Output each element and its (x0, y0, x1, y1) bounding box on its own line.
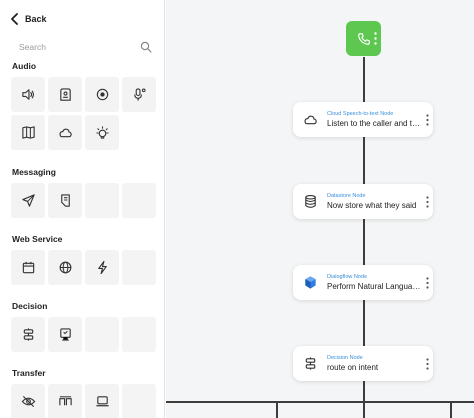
tile-record[interactable] (85, 77, 119, 112)
node-title: Now store what they said (327, 201, 417, 210)
monitor-icon (59, 328, 71, 341)
more-vertical-icon[interactable] (425, 357, 429, 370)
messaging-grid (11, 183, 156, 218)
book-map-icon (21, 126, 35, 139)
audio-grid (11, 77, 156, 150)
tile-empty (85, 183, 119, 218)
tile-eye-off[interactable] (11, 384, 45, 418)
flow-node-speech-to-text[interactable]: Cloud Speech-to-text Node Listen to the … (293, 102, 433, 137)
tile-volume[interactable] (11, 77, 45, 112)
tile-microphone[interactable] (122, 77, 156, 112)
node-type-label: Dialogflow Node (327, 274, 368, 280)
back-label: Back (25, 14, 47, 24)
tile-globe[interactable] (48, 250, 82, 285)
send-icon (21, 194, 35, 207)
node-type-label: Decision Node (327, 355, 363, 361)
flow-node-decision[interactable]: Decision Node route on intent (293, 346, 433, 381)
light-bulb-icon (95, 126, 109, 139)
tile-monitor[interactable] (48, 317, 82, 352)
calendar-icon (22, 261, 34, 274)
globe-icon (59, 261, 71, 274)
tile-empty (122, 384, 156, 418)
eye-off-icon (21, 395, 35, 408)
tile-empty (122, 317, 156, 352)
start-node[interactable] (346, 21, 381, 56)
section-title-messaging: Messaging (12, 167, 56, 177)
tile-empty (85, 317, 119, 352)
flow-branch-line (166, 401, 474, 403)
tile-lightning[interactable] (85, 250, 119, 285)
chevron-left-icon (11, 13, 18, 25)
cloud-icon (58, 128, 72, 138)
node-palette-sidebar: Back Search Audio Messaging Web Service … (0, 0, 165, 418)
cloud-icon (303, 115, 317, 125)
node-title: Listen to the caller and transcribe (327, 119, 421, 128)
section-title-web-service: Web Service (12, 234, 63, 244)
decision-icon (23, 328, 33, 341)
phone-icon (357, 32, 370, 45)
web-service-grid (11, 250, 156, 285)
tile-empty (122, 183, 156, 218)
back-button[interactable]: Back (10, 11, 47, 27)
flow-branch-drop (363, 401, 365, 418)
search-placeholder: Search (19, 42, 46, 52)
flow-node-datastore[interactable]: Datastore Node Now store what they said (293, 184, 433, 219)
tile-book-map[interactable] (11, 115, 45, 150)
node-type-label: Cloud Speech-to-text Node (327, 111, 394, 117)
tile-bracket[interactable] (48, 384, 82, 418)
search-input[interactable]: Search (10, 36, 156, 58)
tile-light-bulb[interactable] (85, 115, 119, 150)
node-title: route on intent (327, 363, 379, 372)
more-vertical-icon[interactable] (425, 113, 429, 126)
decision-grid (11, 317, 156, 352)
tile-send[interactable] (11, 183, 45, 218)
tile-voicemail-box[interactable] (48, 77, 82, 112)
voicemail-box-icon (59, 88, 71, 101)
tile-laptop[interactable] (85, 384, 119, 418)
more-vertical-icon[interactable] (374, 32, 377, 45)
decision-icon (305, 357, 315, 370)
flow-branch-drop (450, 401, 452, 418)
volume-icon (21, 89, 34, 100)
tile-calendar[interactable] (11, 250, 45, 285)
section-title-audio: Audio (12, 61, 37, 71)
tile-cloud[interactable] (48, 115, 82, 150)
flow-node-dialogflow[interactable]: Dialogflow Node Perform Natural Language… (293, 265, 433, 300)
tile-document[interactable] (48, 183, 82, 218)
bracket-icon (58, 396, 72, 406)
more-vertical-icon[interactable] (425, 195, 429, 208)
section-title-decision: Decision (12, 301, 48, 311)
flow-canvas[interactable]: Cloud Speech-to-text Node Listen to the … (166, 0, 474, 418)
tile-empty (122, 250, 156, 285)
document-icon (60, 194, 70, 207)
node-title: Perform Natural Language Understanding (327, 282, 421, 291)
database-icon (304, 195, 316, 208)
laptop-icon (95, 396, 109, 407)
flow-branch-drop (276, 401, 278, 418)
more-vertical-icon[interactable] (425, 276, 429, 289)
microphone-icon (133, 88, 146, 101)
lightning-icon (97, 260, 107, 275)
transfer-grid (11, 384, 156, 418)
node-type-label: Datastore Node (327, 193, 366, 199)
search-icon[interactable] (140, 41, 152, 53)
tile-decision[interactable] (11, 317, 45, 352)
record-icon (96, 88, 108, 101)
dialogflow-icon (304, 276, 316, 289)
section-title-transfer: Transfer (12, 368, 46, 378)
